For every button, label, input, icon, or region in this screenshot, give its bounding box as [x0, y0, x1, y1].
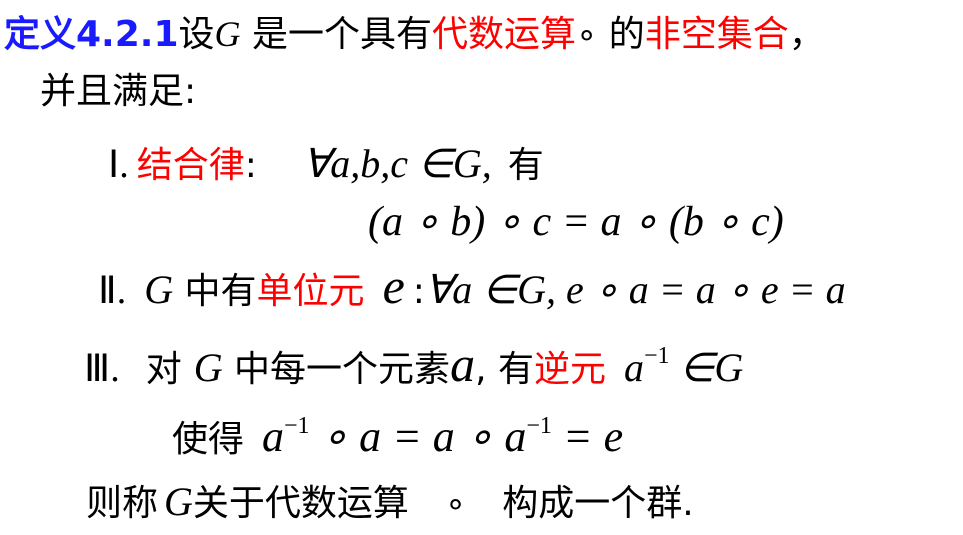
axiom-1-number: Ⅰ.: [108, 144, 129, 186]
nonempty-set-term: 非空集合: [644, 14, 789, 55]
inverse-formula-line: 使得 a−1 ∘ a = a ∘ a−1 = e: [172, 406, 623, 460]
definition-label: 定义4.2.1: [4, 14, 179, 55]
identity-symbol-e: e: [382, 258, 405, 314]
axiom-3-set-g: G: [193, 345, 223, 390]
axiom-3-dui: 对: [145, 349, 182, 390]
associativity-term: 结合律: [136, 145, 245, 186]
axiom-2-set-g: G: [144, 267, 174, 312]
inverse-formula-exp-1: −1: [284, 413, 310, 439]
set-symbol-g: G: [214, 14, 241, 54]
operation-symbol: ∘: [575, 17, 598, 54]
conclusion-text-1: 则称: [86, 483, 159, 524]
definition-text-3: 的: [597, 14, 645, 55]
slide: { "def": { "label": "定义4.2.1", "t1": "设"…: [0, 0, 963, 535]
identity-formula: ∀a ∈G, e ∘ a = a ∘ e = a: [424, 267, 846, 312]
definition-comma: ，: [788, 14, 825, 55]
axiom-2-text: 中有: [173, 271, 257, 312]
conclusion-text-3: 构成一个群.: [502, 483, 694, 524]
definition-line-2: 并且满足:: [40, 71, 197, 112]
conclusion-operation-symbol: ∘: [444, 486, 467, 523]
shi-de-text: 使得: [172, 419, 245, 460]
axiom-1-condition: ∀a,b,c ∈G,: [302, 141, 492, 186]
inverse-symbol: a: [623, 345, 644, 390]
axiom-2-line: Ⅱ. G 中有单位元 e:∀a ∈G, e ∘ a = a ∘ e = a: [98, 261, 846, 312]
definition-text-she: 设: [178, 14, 215, 55]
axiom-3-line: Ⅲ. 对 G 中每一个元素a, 有逆元 a−1 ∈G: [84, 336, 743, 390]
axiom-3-text: 中每一个元素: [222, 349, 451, 390]
axiom-1-header: Ⅰ. 结合律: ∀a,b,c ∈G, 有: [108, 144, 544, 186]
associativity-formula: (a ∘ b) ∘ c = a ∘ (b ∘ c): [368, 199, 784, 245]
axiom-2-colon: :: [412, 271, 425, 312]
conclusion-set-g: G: [164, 479, 193, 524]
inverse-formula-exp-2: −1: [526, 413, 552, 439]
element-symbol-a: a: [450, 336, 476, 392]
inverse-formula-end: = e: [551, 412, 624, 461]
inverse-exponent: −1: [643, 343, 670, 369]
definition-text-2: 是一个具有: [240, 14, 432, 55]
conclusion-line: 则称 G关于代数运算 ∘ 构成一个群.: [86, 482, 694, 525]
identity-element-term: 单位元: [256, 271, 365, 312]
inverse-element-term: 逆元: [533, 349, 606, 390]
inverse-formula-middle: ∘ a = a ∘ a: [309, 412, 527, 461]
inverse-formula-a: a: [262, 412, 285, 461]
axiom-1-colon: :: [244, 145, 257, 186]
axiom-3-you: , 有: [475, 349, 534, 390]
axiom-2-number: Ⅱ.: [98, 270, 127, 312]
axiom-1-you: 有: [507, 145, 544, 186]
inverse-in-g: ∈G: [669, 345, 744, 390]
axiom-3-number: Ⅲ.: [84, 348, 120, 390]
definition-line-1: 定义4.2.1设G 是一个具有代数运算∘ 的非空集合，: [4, 14, 825, 56]
conclusion-text-2: 关于代数运算: [192, 483, 409, 524]
algebraic-operation-term: 代数运算: [431, 14, 576, 55]
